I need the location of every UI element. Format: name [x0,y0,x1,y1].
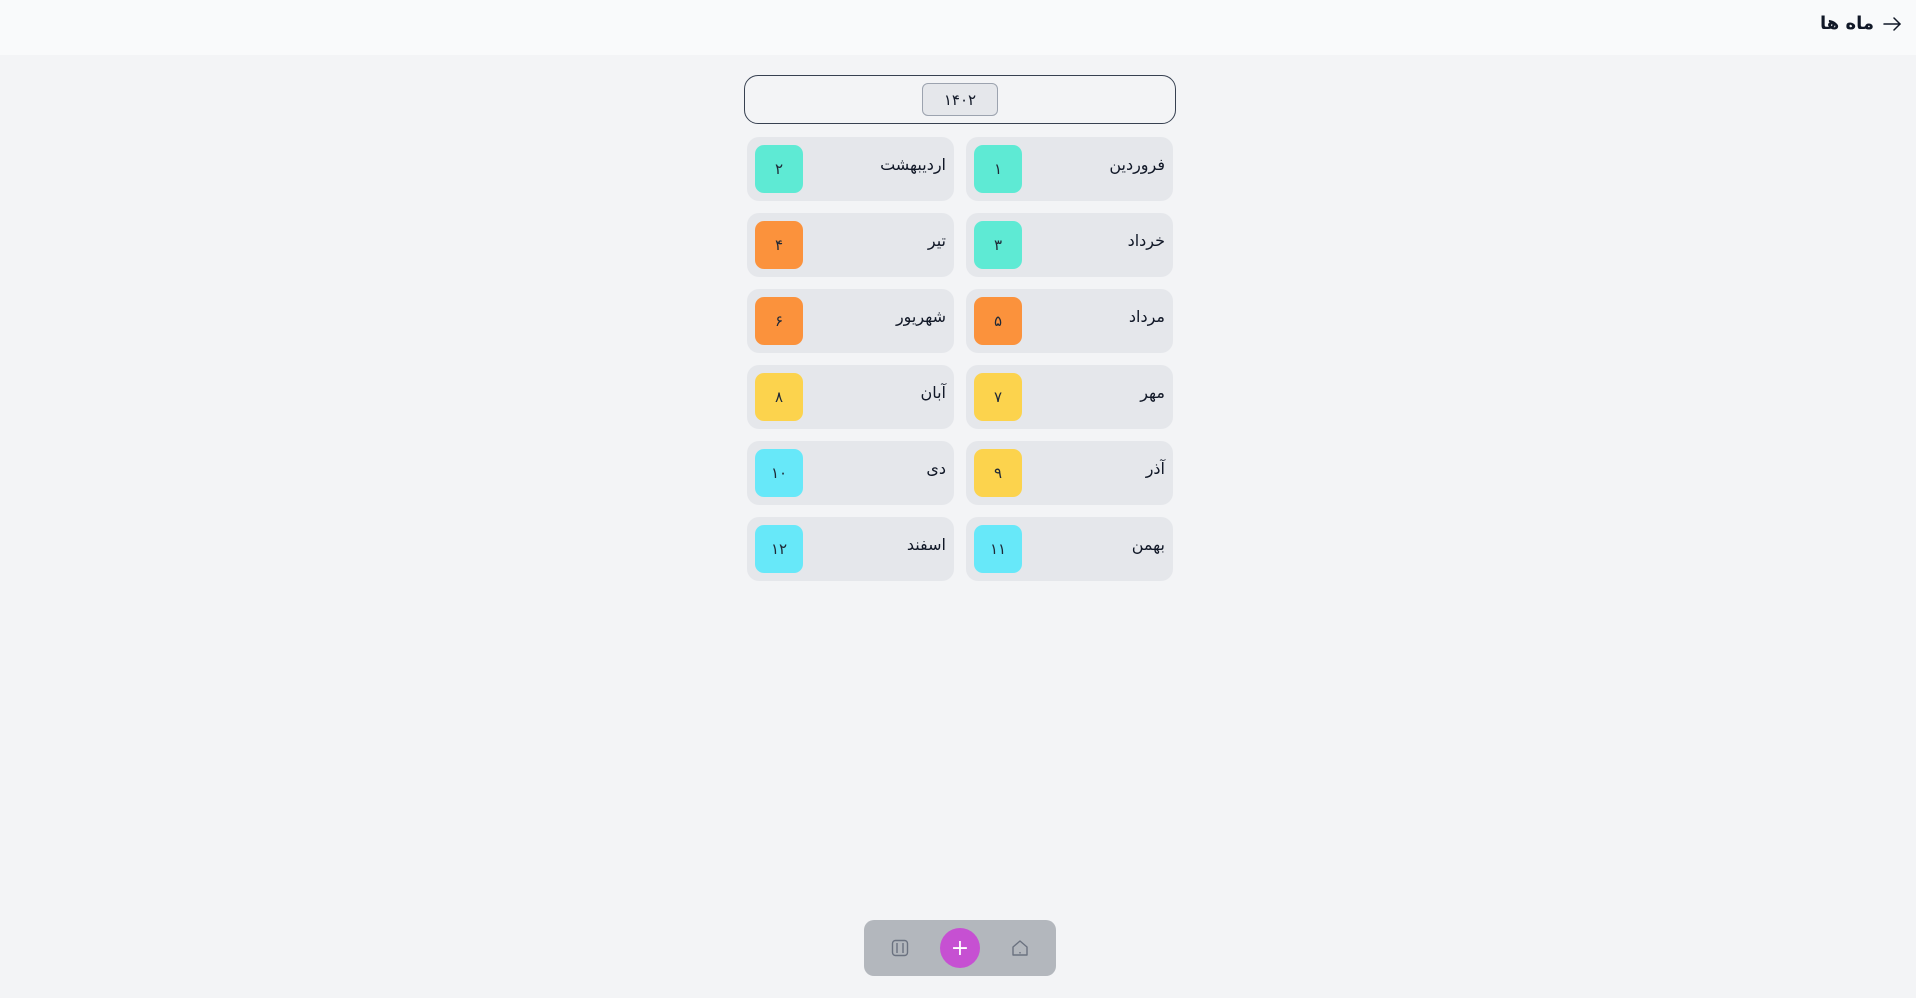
month-card[interactable]: اردیبهشت ۲ [747,137,954,201]
month-name: اسفند [906,535,946,554]
year-button[interactable]: ۱۴۰۲ [922,83,998,116]
month-number-badge: ۱ [974,145,1022,193]
month-card[interactable]: آذر ۹ [966,441,1173,505]
header-content: ماه ها [1820,13,1902,34]
top-header: ماه ها [0,0,1916,55]
months-grid: فروردین ۱ اردیبهشت ۲ خرداد ۳ تیر ۴ مرداد ۵ شهریور ۶… [747,137,1173,581]
month-card[interactable]: شهریور ۶ [747,289,954,353]
year-selector: ۱۴۰۲ [744,75,1176,124]
month-number-badge: ۱۱ [974,525,1022,573]
month-name: مهر [1140,383,1165,402]
month-number-badge: ۹ [974,449,1022,497]
month-number-badge: ۶ [755,297,803,345]
month-name: اردیبهشت [880,155,946,174]
month-number-badge: ۲ [755,145,803,193]
month-name: آذر [1145,459,1165,478]
month-name: تیر [927,231,946,250]
month-card[interactable]: تیر ۴ [747,213,954,277]
calendar-icon[interactable] [886,934,914,962]
month-name: مرداد [1128,307,1165,326]
month-name: دی [926,459,946,478]
month-card[interactable]: اسفند ۱۲ [747,517,954,581]
month-number-badge: ۳ [974,221,1022,269]
month-number-badge: ۴ [755,221,803,269]
month-card[interactable]: مرداد ۵ [966,289,1173,353]
month-number-badge: ۷ [974,373,1022,421]
home-icon[interactable] [1006,934,1034,962]
bottom-nav-bar: + [864,920,1056,976]
month-card[interactable]: مهر ۷ [966,365,1173,429]
month-name: بهمن [1131,535,1165,554]
arrow-right-icon[interactable] [1882,14,1902,34]
month-name: آبان [920,383,946,402]
month-name: فروردین [1109,155,1165,174]
month-number-badge: ۱۰ [755,449,803,497]
month-number-badge: ۵ [974,297,1022,345]
month-card[interactable]: دی ۱۰ [747,441,954,505]
add-button[interactable]: + [940,928,980,968]
month-card[interactable]: آبان ۸ [747,365,954,429]
month-number-badge: ۱۲ [755,525,803,573]
month-name: شهریور [895,307,946,326]
month-number-badge: ۸ [755,373,803,421]
month-name: خرداد [1127,231,1165,250]
month-card[interactable]: خرداد ۳ [966,213,1173,277]
page-title: ماه ها [1819,13,1874,34]
month-card[interactable]: فروردین ۱ [966,137,1173,201]
month-card[interactable]: بهمن ۱۱ [966,517,1173,581]
